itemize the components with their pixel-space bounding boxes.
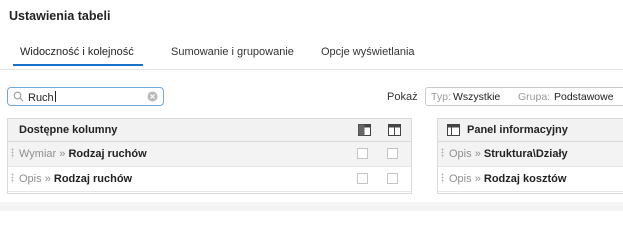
row-separator: »	[59, 148, 66, 160]
row-name: Rodzaj ruchów	[68, 148, 147, 160]
page-title: Ustawienia tabeli	[9, 9, 111, 23]
info-panel-header: Panel informacyjny	[438, 119, 623, 142]
row-prefix: Wymiar	[19, 148, 57, 160]
tab-display-options[interactable]: Opcje wyświetlania	[321, 46, 415, 58]
row-name: Rodzaj ruchów	[53, 173, 133, 185]
drag-handle-icon[interactable]	[441, 148, 444, 158]
visibility-checkbox-alt[interactable]	[387, 173, 398, 184]
info-panel: Panel informacyjny Opis » Struktura\Dzia…	[437, 118, 623, 194]
available-columns-panel: Dostępne kolumny Wymiar » Rodzaj ruchów …	[7, 118, 412, 194]
visibility-checkbox[interactable]	[357, 173, 368, 184]
drag-handle-icon[interactable]	[11, 148, 14, 158]
tab-visibility-order[interactable]: Widoczność i kolejność	[20, 46, 134, 58]
row-prefix: Opis	[19, 173, 42, 185]
tab-bar: Widoczność i kolejność Sumowanie i grupo…	[0, 42, 623, 66]
row-prefix: Opis	[449, 148, 472, 160]
filter-select[interactable]: Typ: Wszystkie Grupa: Podstawowe	[425, 87, 623, 106]
type-label: Typ:	[431, 91, 451, 103]
info-panel-title: Panel informacyjny	[467, 124, 568, 136]
visibility-checkbox-alt[interactable]	[387, 148, 398, 159]
clear-icon[interactable]	[147, 91, 158, 102]
available-columns-title: Dostępne kolumny	[19, 124, 118, 136]
row-separator: »	[474, 148, 481, 160]
list-item[interactable]: Opis » Rodzaj kosztów	[438, 167, 623, 192]
row-name: Rodzaj kosztów	[483, 173, 567, 185]
bottom-bar	[0, 202, 623, 211]
search-input[interactable]: Ruch	[7, 87, 164, 106]
active-tab-indicator	[13, 64, 143, 66]
list-item[interactable]: Wymiar » Rodzaj ruchów	[8, 142, 411, 167]
show-label: Pokaż	[387, 91, 418, 103]
visibility-checkbox[interactable]	[357, 148, 368, 159]
row-separator: »	[44, 173, 51, 185]
search-value: Ruch	[28, 92, 54, 104]
list-item[interactable]: Opis » Rodzaj ruchów	[8, 167, 411, 192]
text-caret	[54, 91, 56, 102]
row-name: Struktura\Działy	[483, 148, 568, 160]
drag-handle-icon[interactable]	[441, 173, 444, 183]
search-icon	[13, 91, 24, 102]
row-prefix: Opis	[449, 173, 472, 185]
tabs-divider	[0, 69, 623, 70]
column-layout-icon[interactable]	[358, 124, 371, 136]
available-columns-header: Dostępne kolumny	[8, 119, 411, 142]
group-label: Grupa:	[518, 91, 551, 103]
drag-handle-icon[interactable]	[11, 173, 14, 183]
group-value: Podstawowe	[554, 91, 614, 103]
column-layout-alt-icon[interactable]	[388, 124, 401, 136]
type-value: Wszystkie	[453, 91, 501, 103]
tab-summing-grouping[interactable]: Sumowanie i grupowanie	[171, 46, 294, 58]
panel-layout-icon	[447, 124, 460, 136]
list-item[interactable]: Opis » Struktura\Działy	[438, 142, 623, 167]
row-separator: »	[474, 173, 481, 185]
